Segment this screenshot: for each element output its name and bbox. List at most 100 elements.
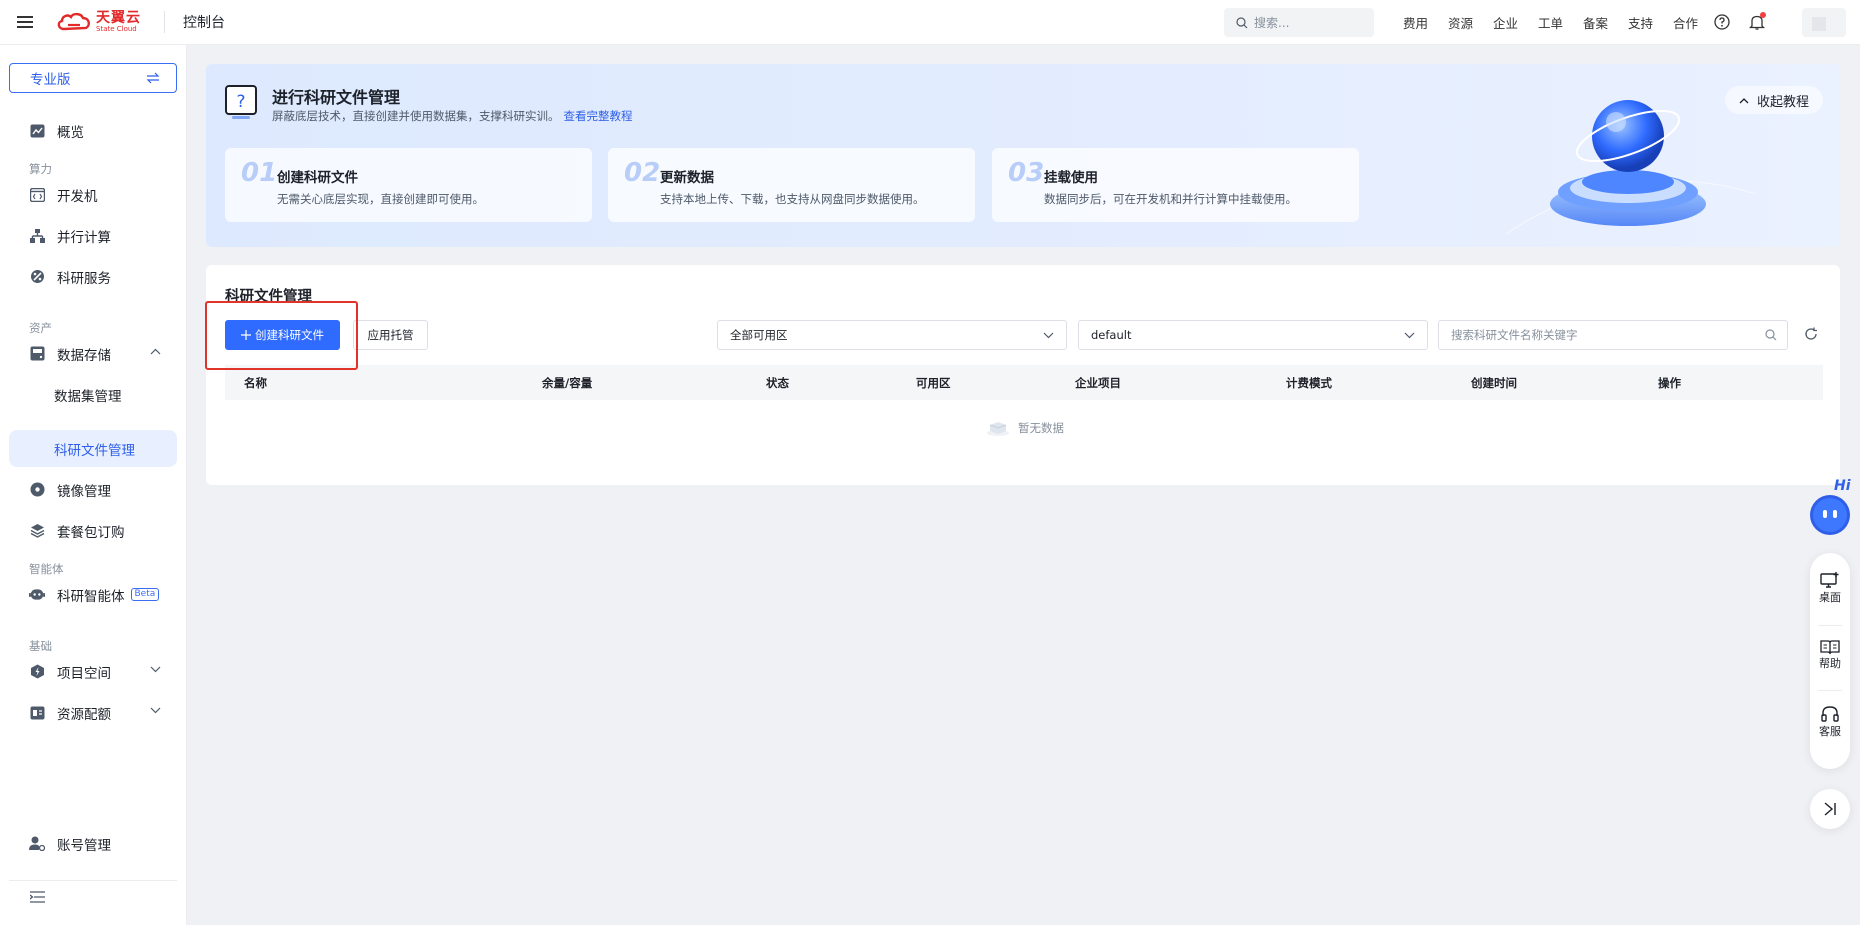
cloud-logo-icon	[57, 12, 91, 31]
banner-subtitle-text: 屏蔽底层技术，直接创建并使用数据集，支撑科研实训。	[272, 109, 560, 123]
chevron-down-icon	[150, 707, 161, 714]
availability-zone-value: 全部可用区	[730, 328, 788, 342]
menu-icon[interactable]	[0, 0, 50, 45]
top-nav: 费用 资源 企业 工单 备案 支持 合作	[1393, 0, 1708, 45]
availability-zone-select[interactable]: 全部可用区	[717, 320, 1067, 350]
sidebar-item-label: 科研文件管理	[54, 442, 135, 459]
sidebar-item-label: 概览	[57, 124, 84, 141]
top-nav-fees[interactable]: 费用	[1393, 13, 1438, 32]
column-header: 企业项目	[1075, 376, 1121, 390]
step-number: 02	[624, 158, 661, 188]
step-desc: 支持本地上传、下载，也支持从网盘同步数据使用。	[660, 192, 925, 206]
layers-icon	[29, 523, 45, 539]
sidebar-item-dev-machine[interactable]: 开发机	[9, 176, 177, 213]
column-header: 名称	[244, 376, 267, 390]
console-title[interactable]: 控制台	[183, 12, 225, 32]
divider	[1818, 690, 1842, 691]
step-card: 01 创建科研文件 无需关心底层实现，直接创建即可使用。	[225, 148, 592, 222]
help-label: 帮助	[1819, 657, 1841, 670]
chart-icon	[29, 123, 45, 139]
nav-group-compute: 算力	[29, 162, 52, 176]
collapse-float-button[interactable]	[1810, 789, 1850, 829]
sidebar-item-label: 项目空间	[57, 665, 111, 682]
file-search-input[interactable]: 搜索科研文件名称关键字	[1438, 320, 1788, 350]
tutorial-link[interactable]: 查看完整教程	[564, 109, 633, 123]
sidebar-item-account-mgmt[interactable]: 账号管理	[9, 825, 177, 862]
column-header: 计费模式	[1286, 376, 1332, 390]
tutorial-banner: ? 进行科研文件管理 屏蔽底层技术，直接创建并使用数据集，支撑科研实训。 查看完整…	[206, 64, 1840, 247]
disc-icon	[29, 482, 45, 498]
enterprise-project-value: default	[1091, 328, 1132, 342]
help-icon[interactable]	[1711, 11, 1733, 33]
globe-illustration	[1506, 100, 1756, 235]
research-file-card: 科研文件管理 创建科研文件 应用托管 全部可用区 default 搜索科研文件名…	[206, 265, 1840, 485]
assistant-bot-icon[interactable]: Hi	[1808, 476, 1852, 536]
top-nav-enterprise[interactable]: 企业	[1483, 13, 1528, 32]
desktop-icon	[1820, 572, 1839, 588]
collapse-tutorial-label: 收起教程	[1756, 94, 1809, 110]
brand-logo[interactable]: 天翼云 State Cloud	[50, 11, 154, 33]
sidebar-item-research-file-mgmt[interactable]: 科研文件管理	[9, 430, 177, 467]
sidebar-item-label: 资源配额	[57, 706, 111, 723]
step-desc: 无需关心底层实现，直接创建即可使用。	[277, 192, 484, 206]
svg-text:?: ?	[236, 92, 245, 112]
desktop-label: 桌面	[1819, 591, 1841, 604]
hi-label: Hi	[1834, 478, 1851, 494]
enterprise-project-select[interactable]: default	[1078, 320, 1428, 350]
bell-icon[interactable]	[1746, 11, 1768, 33]
sidebar-item-parallel[interactable]: 并行计算	[9, 217, 177, 254]
sidebar-item-project-space[interactable]: 项目空间	[9, 653, 177, 690]
sidebar-item-label: 镜像管理	[57, 483, 111, 500]
column-header: 余量/容量	[542, 376, 593, 390]
chevron-up-icon	[1739, 97, 1749, 103]
quota-icon	[29, 705, 45, 721]
step-number: 01	[241, 158, 278, 188]
top-nav-tickets[interactable]: 工单	[1528, 13, 1573, 32]
nav-group-agent: 智能体	[29, 562, 64, 576]
edition-switch[interactable]: 专业版	[9, 63, 177, 93]
step-number: 03	[1008, 158, 1045, 188]
step-title: 挂载使用	[1044, 170, 1098, 186]
top-bar: 天翼云 State Cloud 控制台 搜索... 费用 资源 企业 工单 备案…	[0, 0, 1860, 45]
sidebar-item-data-storage[interactable]: 数据存储	[9, 335, 177, 372]
customer-service-label: 客服	[1819, 725, 1841, 738]
top-nav-filing[interactable]: 备案	[1573, 13, 1618, 32]
sidebar-item-image-mgmt[interactable]: 镜像管理	[9, 471, 177, 508]
beta-badge: Beta	[130, 588, 160, 601]
desktop-button[interactable]: 桌面	[1810, 571, 1850, 605]
robot-icon	[29, 587, 45, 603]
top-nav-support[interactable]: 支持	[1618, 13, 1663, 32]
banner-subtitle: 屏蔽底层技术，直接创建并使用数据集，支撑科研实训。 查看完整教程	[272, 108, 633, 124]
divider	[1818, 625, 1842, 626]
chevron-down-icon	[1404, 332, 1415, 338]
storage-icon	[29, 346, 45, 362]
sidebar-item-research-service[interactable]: 科研服务	[9, 258, 177, 295]
floating-toolbar: 桌面 帮助 客服	[1810, 553, 1850, 769]
collapse-sidebar-icon[interactable]	[30, 891, 45, 903]
hierarchy-icon	[29, 228, 45, 244]
collapse-tutorial-button[interactable]: 收起教程	[1725, 86, 1823, 114]
avatar[interactable]	[1802, 8, 1846, 37]
top-search-input[interactable]: 搜索...	[1224, 8, 1374, 37]
step-card: 02 更新数据 支持本地上传、下载，也支持从网盘同步数据使用。	[608, 148, 975, 222]
sidebar-item-dataset-mgmt[interactable]: 数据集管理	[9, 376, 177, 413]
sidebar-item-package-order[interactable]: 套餐包订购	[9, 512, 177, 549]
code-window-icon	[29, 187, 45, 203]
sidebar-item-label: 科研服务	[57, 270, 111, 287]
divider	[164, 11, 165, 33]
sidebar-item-resource-quota[interactable]: 资源配额	[9, 694, 177, 731]
bolt-icon	[29, 664, 45, 680]
sidebar-item-overview[interactable]: 概览	[9, 112, 177, 149]
app-hosting-button[interactable]: 应用托管	[353, 320, 428, 350]
sidebar: 专业版 概览 算力 开发机 并行计算 科研服务 资产 数据存储 数据集管理 科研…	[0, 45, 187, 925]
sidebar-item-label: 科研智能体	[57, 588, 125, 605]
service-icon	[29, 269, 45, 285]
refresh-icon[interactable]	[1804, 327, 1818, 341]
brand-name-en: State Cloud	[96, 25, 137, 33]
sidebar-item-research-agent[interactable]: 科研智能体 Beta	[9, 576, 177, 613]
help-button[interactable]: 帮助	[1810, 639, 1850, 671]
customer-service-button[interactable]: 客服	[1810, 705, 1850, 739]
sidebar-item-label: 开发机	[57, 188, 98, 205]
top-nav-partner[interactable]: 合作	[1663, 13, 1708, 32]
top-nav-resources[interactable]: 资源	[1438, 13, 1483, 32]
